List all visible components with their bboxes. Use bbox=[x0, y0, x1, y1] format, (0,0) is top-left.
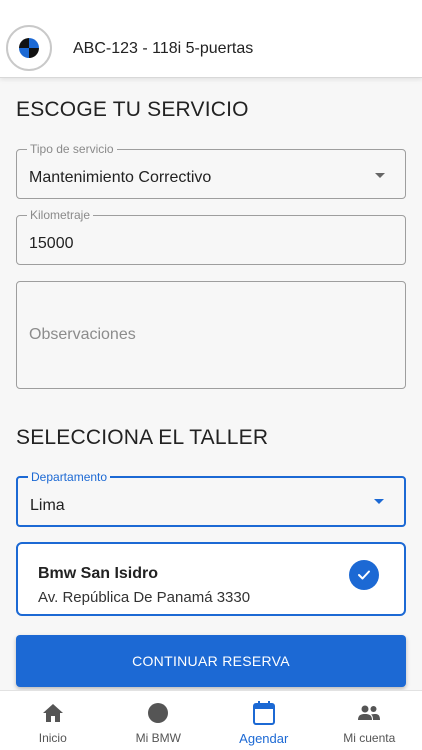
tab-label: Inicio bbox=[38, 731, 67, 745]
chevron-down-icon bbox=[375, 173, 385, 178]
workshop-section-title: SELECCIONA EL TALLER bbox=[16, 426, 269, 449]
circle-icon bbox=[146, 701, 170, 725]
check-icon bbox=[349, 560, 379, 590]
service-type-select[interactable]: Tipo de servicio Mantenimiento Correctiv… bbox=[16, 142, 406, 199]
service-type-value: Mantenimiento Correctivo bbox=[29, 169, 212, 186]
chevron-down-icon bbox=[374, 499, 384, 504]
workshop-name: Bmw San Isidro bbox=[38, 565, 159, 582]
workshop-card[interactable]: Bmw San Isidro Av. República De Panamá 3… bbox=[16, 542, 406, 616]
tab-label: Agendar bbox=[239, 731, 289, 746]
tab-label: Mi cuenta bbox=[343, 731, 396, 745]
department-label: Departamento bbox=[28, 470, 111, 484]
tab-inicio[interactable]: Inicio bbox=[0, 691, 106, 750]
tab-mi-bmw[interactable]: Mi BMW bbox=[106, 691, 212, 750]
notes-textarea[interactable]: Observaciones bbox=[16, 281, 406, 389]
mileage-field[interactable]: Kilometraje 15000 bbox=[16, 208, 406, 265]
service-section-title: ESCOGE TU SERVICIO bbox=[16, 98, 249, 121]
notes-placeholder: Observaciones bbox=[29, 326, 136, 343]
app-header: ABC-123 - 118i 5-puertas bbox=[0, 0, 422, 78]
service-type-label: Tipo de servicio bbox=[27, 142, 117, 156]
bottom-tab-bar: Inicio Mi BMW Agendar Mi cuenta bbox=[0, 690, 422, 750]
bmw-roundel-icon[interactable] bbox=[6, 25, 52, 71]
people-icon bbox=[357, 701, 381, 725]
department-value: Lima bbox=[30, 497, 65, 514]
home-icon bbox=[41, 701, 65, 725]
workshop-address: Av. República De Panamá 3330 bbox=[38, 589, 251, 606]
tab-agendar[interactable]: Agendar bbox=[211, 691, 317, 750]
continue-reservation-button[interactable]: CONTINUAR RESERVA bbox=[16, 635, 406, 687]
tab-mi-cuenta[interactable]: Mi cuenta bbox=[317, 691, 422, 750]
calendar-icon bbox=[252, 701, 276, 725]
vehicle-title: ABC-123 - 118i 5-puertas bbox=[73, 40, 254, 57]
tab-label: Mi BMW bbox=[135, 731, 181, 745]
department-select[interactable]: Departamento Lima bbox=[16, 470, 406, 527]
mileage-label: Kilometraje bbox=[27, 208, 94, 222]
mileage-value: 15000 bbox=[29, 235, 74, 252]
